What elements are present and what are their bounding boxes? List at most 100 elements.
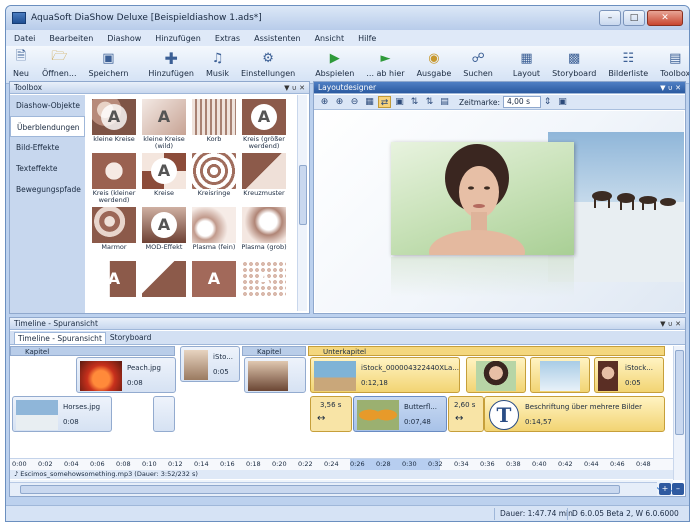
clip-istock-last[interactable]: iStock... 0:05 — [594, 357, 664, 393]
menu-hinzufuegen[interactable]: Hinzufügen — [155, 34, 201, 43]
transition-tile[interactable]: A — [190, 261, 238, 297]
category-texteffekte[interactable]: Texteffekte — [10, 158, 85, 179]
clip-jumper[interactable] — [530, 357, 590, 393]
zoom-in-icon[interactable]: + — [659, 483, 671, 495]
time-ruler[interactable]: 0:00 0:02 0:04 0:06 0:08 0:10 0:12 0:14 … — [10, 458, 673, 471]
play-from-here-button[interactable]: ► ... ab hier — [366, 46, 404, 79]
transition-tile[interactable]: Kreisringe — [190, 153, 238, 197]
menu-ansicht[interactable]: Ansicht — [315, 34, 345, 43]
music-button[interactable]: ♫ Musik — [206, 46, 229, 79]
zoom-out-icon[interactable]: ⊖ — [348, 96, 361, 108]
category-bewegungspfade[interactable]: Bewegungspfade — [10, 179, 85, 200]
add-button[interactable]: ✚ Hinzufügen — [148, 46, 194, 79]
category-bild-effekte[interactable]: Bild-Effekte — [10, 137, 85, 158]
clip-istock-short[interactable]: iSto... 0:05 — [180, 346, 240, 382]
chapter-label: Kapitel — [25, 348, 50, 356]
scroll-thumb[interactable] — [299, 165, 307, 225]
clip-beach[interactable] — [244, 357, 306, 393]
menu-datei[interactable]: Datei — [14, 34, 35, 43]
transition-tile[interactable]: Plasma (fein) — [190, 207, 238, 251]
clip-small[interactable] — [153, 396, 175, 432]
search-button[interactable]: ☍ Suchen — [463, 46, 493, 79]
toolbox-scrollbar[interactable] — [297, 95, 307, 311]
menu-diashow[interactable]: Diashow — [107, 34, 141, 43]
play-button[interactable]: ▶ Abspielen — [315, 46, 354, 79]
ruler-icon[interactable]: ▤ — [438, 96, 451, 108]
layout-canvas[interactable] — [315, 111, 684, 312]
camera-icon[interactable]: ▣ — [393, 96, 406, 108]
align-icon[interactable]: ⇅ — [408, 96, 421, 108]
open-folder-icon: 🗁 — [51, 49, 68, 64]
open-button[interactable]: 🗁 Öffnen... — [42, 46, 77, 78]
transition-tile[interactable]: Marmor — [90, 207, 138, 251]
menu-bearbeiten[interactable]: Bearbeiten — [49, 34, 93, 43]
clip-text[interactable]: T Beschriftung über mehrere Bilder 0:14,… — [484, 396, 665, 432]
toolbox-icon: ▤ — [669, 50, 682, 66]
transition-tile[interactable]: A kleine Kreise (wild) — [140, 99, 188, 150]
zoom-out-icon[interactable]: – — [672, 483, 684, 495]
save-keyframe-icon[interactable]: ▣ — [556, 96, 569, 108]
ruler-tick: 0:12 — [168, 460, 183, 468]
transition-tile[interactable]: A Kreis (größer werdend) — [240, 99, 288, 150]
clip-horses[interactable]: Horses.jpg 0:08 — [12, 396, 112, 432]
audio-track-label[interactable]: ♪ Escimos_somehowsomething.mp3 (Dauer: 3… — [10, 470, 673, 479]
maximize-icon[interactable]: □ — [623, 10, 645, 26]
subchapter-bar[interactable]: Unterkapitel — [308, 346, 665, 356]
save-button[interactable]: ▣ Speichern — [89, 46, 129, 79]
transition-tile[interactable]: A Kreise — [140, 153, 188, 197]
zoom-in-icon[interactable]: ⊕ — [333, 96, 346, 108]
clip-istock-xla[interactable]: iStock_000004322440XLa... 0:12,18 — [310, 357, 460, 393]
zoom-fit-icon[interactable]: ⊕ — [318, 96, 331, 108]
clip-peach[interactable]: Peach.jpg 0:08 — [76, 357, 176, 393]
clip-woman[interactable] — [466, 357, 526, 393]
transition-tile[interactable]: A — [240, 261, 288, 297]
portrait-image[interactable] — [391, 142, 574, 255]
chapter-bar[interactable]: Kapitel — [10, 346, 175, 356]
menu-hilfe[interactable]: Hilfe — [358, 34, 376, 43]
minimize-icon[interactable]: – — [599, 10, 621, 26]
transition-block[interactable]: 3,56 s ↔ — [310, 396, 352, 432]
category-ueberblendungen[interactable]: Überblendungen — [10, 116, 85, 137]
pin-icon[interactable]: ▼ ∪ ✕ — [660, 82, 681, 94]
image-list-button[interactable]: ☷ Bilderliste — [608, 46, 648, 79]
stepper-icon[interactable]: ⇕ — [541, 96, 554, 108]
menu-extras[interactable]: Extras — [215, 34, 240, 43]
menu-assistenten[interactable]: Assistenten — [254, 34, 300, 43]
chapter-bar[interactable]: Kapitel — [242, 346, 306, 356]
settings-button[interactable]: ⚙ Einstellungen — [241, 46, 295, 79]
move-tool-icon[interactable]: ⇄ — [378, 96, 391, 108]
transition-tile[interactable]: Kreis (kleiner werdend) — [90, 153, 138, 204]
tab-timeline-spuransicht[interactable]: Timeline - Spuransicht — [14, 332, 106, 344]
transition-block[interactable]: 2,60 s ↔ — [448, 396, 484, 432]
ruler-tick: 0:46 — [610, 460, 625, 468]
category-diashow-objekte[interactable]: Diashow-Objekte — [10, 95, 85, 116]
toolbox-button[interactable]: ▤ Toolbox — [660, 46, 689, 79]
transition-tile[interactable]: Kreuzmuster — [240, 153, 288, 197]
output-label: Ausgabe — [416, 69, 452, 78]
pin-icon[interactable]: ▼ ∪ ✕ — [284, 82, 305, 94]
transition-tile[interactable]: Plasma (grob) — [240, 207, 288, 251]
transition-tile[interactable]: Korb — [190, 99, 238, 143]
timeline-hscrollbar[interactable] — [10, 482, 657, 496]
transition-tile[interactable] — [140, 261, 188, 297]
distribute-icon[interactable]: ⇅ — [423, 96, 436, 108]
timeline-vscrollbar[interactable] — [673, 346, 685, 480]
layout-button[interactable]: ▦ Layout — [513, 46, 540, 79]
open-label: Öffnen... — [42, 69, 77, 78]
close-icon[interactable]: ✕ — [647, 10, 683, 26]
new-button[interactable]: 🗎 Neu — [12, 46, 30, 78]
woman-portrait — [429, 144, 525, 255]
clip-butterfly[interactable]: Butterfl... 0:07,48 — [353, 396, 447, 432]
pin-icon[interactable]: ▼ ∪ ✕ — [660, 318, 681, 330]
time-marker-input[interactable]: 4,00 s — [502, 96, 541, 108]
storyboard-button[interactable]: ▩ Storyboard — [552, 46, 596, 79]
scroll-thumb[interactable] — [675, 350, 684, 435]
transition-tile[interactable]: A kleine Kreise — [90, 99, 138, 143]
grid-icon[interactable]: ▦ — [363, 96, 376, 108]
tab-storyboard[interactable]: Storyboard — [106, 331, 155, 344]
portrait-reflection — [391, 257, 574, 297]
transition-tile[interactable]: A MOD-Effekt — [140, 207, 188, 251]
transition-tile[interactable]: A — [90, 261, 138, 297]
scroll-thumb[interactable] — [20, 485, 620, 494]
output-button[interactable]: ◉ Ausgabe — [416, 46, 452, 79]
